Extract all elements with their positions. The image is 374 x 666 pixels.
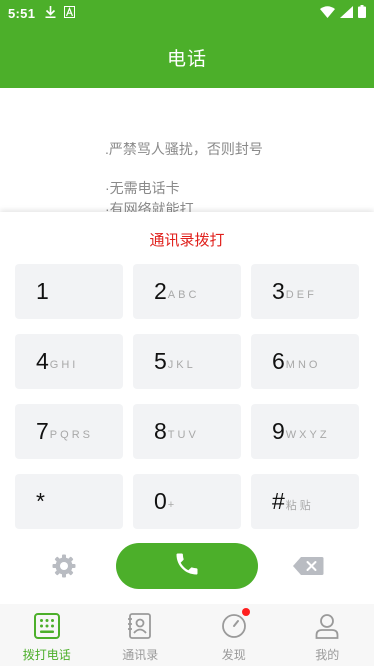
tab-label: 我的 [315,648,340,662]
key-star[interactable]: * [15,474,123,529]
phone-icon [173,550,201,583]
key-digit: 4 [36,348,49,374]
key-5[interactable]: 5 JKL [133,334,241,389]
user-icon [313,612,341,640]
key-digit: 0 [154,488,167,514]
notice-network-call: ·有网络就能打 [105,201,194,212]
key-letters: 粘贴 [285,500,314,512]
dialpad-icon [33,612,61,640]
key-3[interactable]: 3 DEF [251,264,359,319]
app-bar: 电话 [0,26,374,88]
key-digit: 3 [272,278,285,304]
wifi-icon [320,5,335,21]
status-right-icons [320,5,366,21]
key-hash-paste[interactable]: # 粘贴 [251,474,359,529]
key-0[interactable]: 0 + [133,474,241,529]
tab-label: 发现 [221,648,246,662]
key-2[interactable]: 2 ABC [133,264,241,319]
key-letters: GHI [49,359,79,371]
status-bar: 5:51 [0,0,374,26]
key-letters: + [167,499,178,511]
key-7[interactable]: 7 PQRS [15,404,123,459]
backspace-icon[interactable] [292,556,324,576]
tab-dial[interactable]: 拨打电话 [0,604,94,666]
status-time: 5:51 [8,5,36,21]
download-icon [45,5,56,21]
tab-discover[interactable]: 发现 [187,604,281,666]
key-letters: MNO [285,359,321,371]
key-letters: JKL [167,359,196,371]
signal-icon [340,5,353,21]
font-icon [64,5,76,21]
battery-icon [358,5,366,21]
notice-no-abuse: .严禁骂人骚扰，否则封号 [105,141,263,157]
key-digit: 6 [272,348,285,374]
key-1[interactable]: 1 [15,264,123,319]
key-letters: ABC [167,289,200,301]
key-digit: 1 [36,278,49,304]
key-digit: 5 [154,348,167,374]
bottom-tab-bar: 拨打电话 通讯录 发现 我的 [0,604,374,666]
gear-icon[interactable] [51,553,77,579]
key-digit: 8 [154,418,167,444]
tab-label: 通讯录 [122,648,159,662]
page-title: 电话 [166,48,207,70]
tab-contacts[interactable]: 通讯录 [94,604,188,666]
key-digit: 2 [154,278,167,304]
compass-icon [220,612,248,640]
key-digit: 9 [272,418,285,444]
contacts-icon [126,612,154,640]
key-letters: TUV [167,429,199,441]
tab-label: 拨打电话 [22,648,71,662]
key-digit: # [272,488,285,514]
dial-controls [0,543,374,589]
key-8[interactable]: 8 TUV [133,404,241,459]
contacts-dial-link[interactable]: 通讯录拨打 [0,229,374,250]
tab-mine[interactable]: 我的 [281,604,374,666]
call-button[interactable] [116,543,258,589]
key-digit: 7 [36,418,49,444]
notice-no-sim: ·无需电话卡 [105,180,180,196]
key-4[interactable]: 4 GHI [15,334,123,389]
key-digit: * [36,488,45,514]
key-6[interactable]: 6 MNO [251,334,359,389]
notification-dot [242,608,250,616]
key-9[interactable]: 9 WXYZ [251,404,359,459]
key-letters: PQRS [49,429,93,441]
key-letters: DEF [285,289,317,301]
key-letters: WXYZ [285,429,330,441]
